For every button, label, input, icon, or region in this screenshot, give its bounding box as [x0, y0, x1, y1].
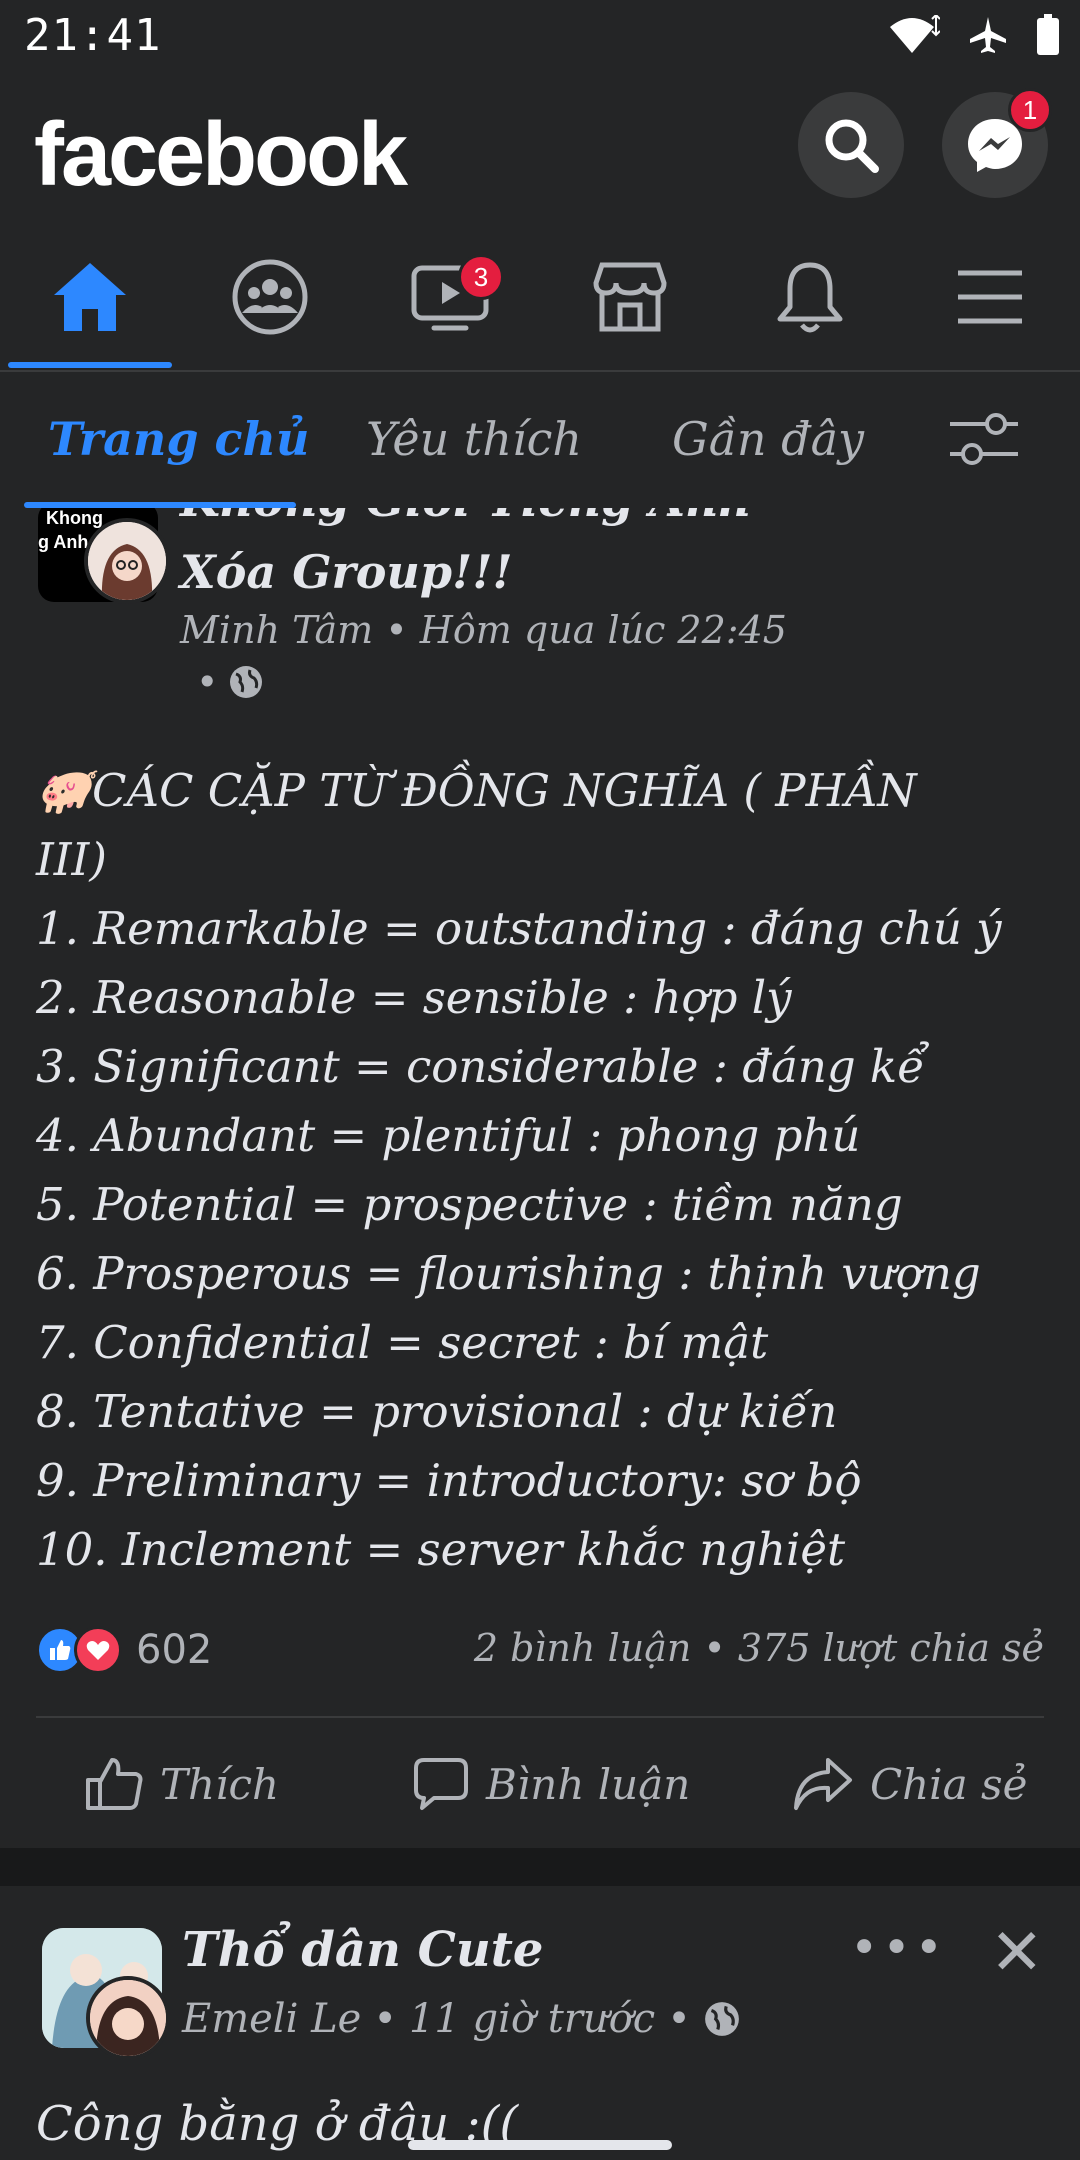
meta-separator: •	[373, 1996, 397, 2042]
feed-post: Khong g Anh Không Giỏi Tiếng Anh Xóa Gro…	[0, 508, 1080, 1848]
tab-menu[interactable]	[930, 252, 1050, 342]
post-meta: Minh Tâm • Hôm qua lúc 22:45 •	[180, 604, 787, 708]
post-body-line: 8. Tentative = provisional : dự kiến	[36, 1385, 838, 1438]
close-post-button[interactable]: ✕	[990, 1916, 1044, 1990]
group-title-line-1: Không Giỏi Tiếng Anh	[180, 508, 752, 536]
thumbs-up-icon	[86, 1758, 143, 1810]
airplane-mode-icon	[970, 17, 1006, 53]
post2-meta: Emeli Le • 11 giờ trước •	[182, 1996, 741, 2042]
post-body-line: 🐖CÁC CẶP TỪ ĐỒNG NGHĨA ( PHẦN	[36, 764, 917, 817]
reactions-summary[interactable]: 602	[36, 1626, 212, 1674]
post-body-line: 3. Significant = considerable : đáng kể	[36, 1040, 925, 1093]
post-time[interactable]: Hôm qua lúc 22:45	[420, 608, 787, 652]
meta-separator: •	[667, 1996, 691, 2042]
group-avatar-text-2: g Anh	[38, 532, 89, 552]
group-avatar-text-1: Khong	[46, 508, 103, 528]
like-button[interactable]: Thích	[84, 1744, 279, 1824]
status-bar: 21:41	[0, 0, 1080, 72]
reaction-count: 602	[136, 1627, 213, 1673]
like-label: Thích	[160, 1759, 280, 1809]
messenger-button[interactable]: 1	[942, 88, 1052, 198]
tab-notifications[interactable]	[750, 252, 870, 342]
meta-separator: •	[196, 660, 219, 704]
filter-tab-favorites[interactable]: Yêu thích	[366, 412, 582, 466]
post2-author[interactable]: Emeli Le	[182, 1996, 361, 2042]
author-photo-2	[90, 1980, 166, 2056]
share-button[interactable]: Chia sẻ	[792, 1744, 1027, 1824]
menu-icon	[958, 270, 1022, 324]
post2-title[interactable]: Thổ dân Cute	[182, 1922, 543, 1978]
filter-settings-icon[interactable]	[948, 412, 1020, 468]
author-avatar-2[interactable]	[86, 1976, 170, 2060]
globe-icon	[704, 2002, 739, 2036]
wifi-icon	[890, 15, 940, 53]
post-body-line: 7. Confidential = secret : bí mật	[36, 1316, 769, 1369]
share-label: Chia sẻ	[870, 1759, 1028, 1809]
post-body-line: 5. Potential = prospective : tiềm năng	[36, 1178, 903, 1231]
tab-home[interactable]	[30, 252, 150, 342]
filter-tab-recent[interactable]: Gần đây	[672, 412, 864, 466]
feed-post-2: Thổ dân Cute Emeli Le • 11 giờ trước • •…	[0, 1886, 1080, 2160]
post-body-line: 10. Inclement = server khắc nghiệt	[36, 1523, 846, 1576]
group-title[interactable]: Không Giỏi Tiếng Anh Xóa Group!!!	[180, 508, 752, 608]
post2-time[interactable]: 11 giờ trước	[409, 1996, 655, 2042]
tab-groups[interactable]	[210, 252, 330, 342]
marketplace-icon	[593, 262, 667, 332]
post-body-line: 1. Remarkable = outstanding : đáng chú ý	[36, 902, 1002, 955]
nav-active-indicator	[8, 362, 172, 368]
author-avatar[interactable]	[84, 518, 170, 604]
group-title-line-2: Xóa Group!!!	[180, 545, 513, 599]
comment-label: Bình luận	[486, 1759, 691, 1809]
post-body: 🐖CÁC CẶP TỪ ĐỒNG NGHĨA ( PHẦN III) 1. Rema…	[36, 756, 1046, 1584]
love-reaction-icon	[74, 1626, 122, 1674]
status-icons	[888, 14, 1060, 56]
comment-button[interactable]: Bình luận	[412, 1744, 690, 1824]
post-body-line: 6. Prosperous = flourishing : thịnh vượn…	[36, 1247, 981, 1300]
bell-icon	[777, 262, 843, 333]
facebook-logo[interactable]: facebook	[34, 104, 408, 207]
tab-watch[interactable]: 3	[390, 252, 510, 342]
post-body-line: 2. Reasonable = sensible : hợp lý	[36, 971, 792, 1024]
search-icon	[825, 119, 879, 173]
post-divider	[36, 1716, 1044, 1718]
home-icon	[54, 263, 126, 331]
author-photo	[88, 522, 166, 600]
post-body-line: 9. Preliminary = introductory: sơ bộ	[36, 1454, 862, 1507]
status-time: 21:41	[24, 10, 162, 61]
share-icon	[794, 1758, 852, 1810]
watch-badge: 3	[458, 254, 504, 300]
main-nav: 3	[0, 230, 1080, 372]
app-header: facebook 1	[0, 72, 1080, 230]
post-body-line: III)	[36, 833, 107, 886]
groups-icon	[232, 259, 308, 335]
feed-filter-bar: Trang chủ Yêu thích Gần đây	[0, 372, 1080, 508]
battery-icon	[1037, 14, 1059, 55]
post-author[interactable]: Minh Tâm	[180, 608, 373, 652]
search-button[interactable]	[798, 92, 904, 198]
more-options-button[interactable]: •••	[850, 1920, 947, 1976]
post-body-line: 4. Abundant = plentiful : phong phú	[36, 1109, 861, 1162]
comment-icon	[414, 1758, 468, 1810]
globe-icon	[230, 666, 263, 698]
messenger-badge: 1	[1008, 88, 1052, 132]
meta-separator: •	[385, 608, 420, 652]
filter-tab-home[interactable]: Trang chủ	[48, 412, 309, 466]
tab-marketplace[interactable]	[570, 252, 690, 342]
home-indicator[interactable]	[408, 2140, 672, 2150]
post-stats[interactable]: 2 bình luận • 375 lượt chia sẻ	[474, 1626, 1044, 1670]
